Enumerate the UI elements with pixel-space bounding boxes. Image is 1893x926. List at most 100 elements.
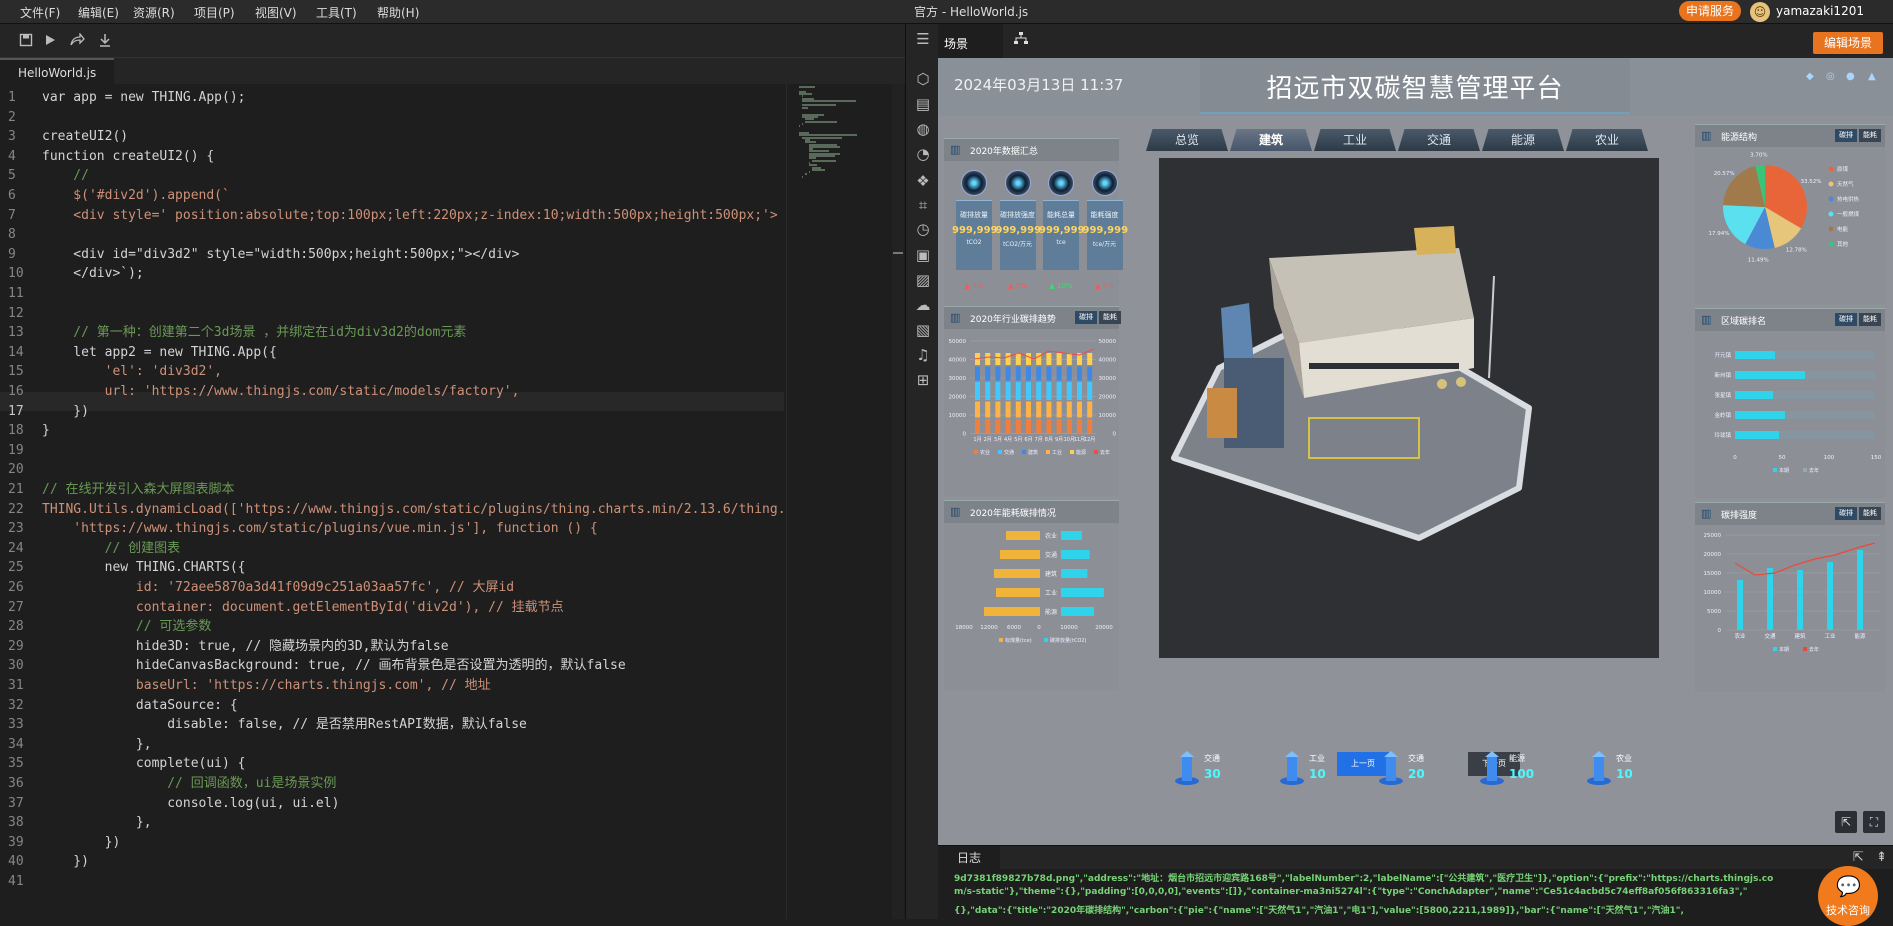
code-line[interactable]: new THING.CHARTS({ bbox=[42, 558, 784, 577]
book-icon[interactable]: ▤ bbox=[913, 95, 933, 113]
code-line[interactable]: url: 'https://www.thingjs.com/static/mod… bbox=[42, 382, 784, 401]
energy-button[interactable]: 能耗 bbox=[1859, 129, 1881, 142]
energy-button[interactable]: 能耗 bbox=[1859, 313, 1881, 326]
username[interactable]: yamazaki1201 bbox=[1776, 4, 1864, 18]
tab-energy[interactable]: 能源 bbox=[1482, 129, 1564, 151]
crop-icon[interactable]: ⌗ bbox=[913, 196, 933, 214]
external-link-icon[interactable]: ⇱ bbox=[1835, 811, 1857, 833]
code-line[interactable]: // 可选参数 bbox=[42, 617, 784, 636]
log-output[interactable]: 9d7381f89827b78d.png","address":"地址：烟台市招… bbox=[938, 869, 1893, 919]
code-line[interactable] bbox=[42, 225, 784, 244]
globe-icon[interactable]: ◍ bbox=[913, 120, 933, 138]
collapse-icon[interactable]: ⇞ bbox=[1876, 850, 1887, 865]
layout-icon[interactable]: ▣ bbox=[913, 246, 933, 264]
user-icon[interactable]: ▲ bbox=[1868, 71, 1876, 82]
code-line[interactable]: baseUrl: 'https://charts.thingjs.com', /… bbox=[42, 676, 784, 695]
code-line[interactable]: }, bbox=[42, 813, 784, 832]
code-line[interactable]: container: document.getElementById('div2… bbox=[42, 598, 784, 617]
tab-agriculture[interactable]: 农业 bbox=[1566, 129, 1648, 151]
energy-button[interactable]: 能耗 bbox=[1099, 311, 1121, 324]
carbon-button[interactable]: 碳排 bbox=[1075, 311, 1097, 324]
code-line[interactable]: id: '72aee5870a3d41f09d9c251a03aa57fc', … bbox=[42, 578, 784, 597]
tab-industry[interactable]: 工业 bbox=[1314, 129, 1396, 151]
code-line[interactable]: // 在线开发引入森大屏图表脚本 bbox=[42, 480, 784, 499]
image-icon[interactable]: ▨ bbox=[913, 271, 933, 289]
cubes-icon[interactable]: ❖ bbox=[913, 172, 933, 190]
minimap[interactable] bbox=[786, 84, 886, 919]
settings-sliders-icon[interactable]: ☰ bbox=[913, 30, 933, 48]
code-line[interactable] bbox=[42, 108, 784, 127]
location-icon[interactable]: ◆ bbox=[1806, 71, 1814, 82]
code-line[interactable]: var app = new THING.App(); bbox=[42, 88, 784, 107]
menu-edit[interactable]: 编辑(E) bbox=[78, 4, 119, 21]
share-icon[interactable] bbox=[67, 32, 87, 51]
tab-building[interactable]: 建筑 bbox=[1230, 129, 1312, 151]
code-line[interactable]: 'el': 'div3d2', bbox=[42, 362, 784, 381]
carbon-button[interactable]: 碳排 bbox=[1835, 313, 1857, 326]
code-line[interactable]: <div style=' position:absolute;top:100px… bbox=[42, 206, 784, 225]
code-line[interactable]: }) bbox=[42, 852, 784, 871]
tab-scene[interactable]: 场景 bbox=[938, 24, 1003, 58]
target-icon[interactable]: ◎ bbox=[1826, 71, 1835, 82]
code-line[interactable] bbox=[42, 304, 784, 323]
carbon-button[interactable]: 碳排 bbox=[1835, 129, 1857, 142]
code-line[interactable]: hide3D: true, // 隐藏场景内的3D,默认为false bbox=[42, 637, 784, 656]
3d-viewport[interactable] bbox=[1159, 158, 1659, 658]
code-line[interactable]: </div>`); bbox=[42, 264, 784, 283]
grid-icon[interactable]: ⊞ bbox=[913, 371, 933, 389]
code-line[interactable]: let app2 = new THING.App({ bbox=[42, 343, 784, 362]
code-line[interactable]: complete(ui) { bbox=[42, 754, 784, 773]
apply-service-button[interactable]: 申请服务 bbox=[1679, 1, 1741, 21]
code-line[interactable]: disable: false, // 是否禁用RestAPI数据，默认false bbox=[42, 715, 784, 734]
picture-icon[interactable]: ▧ bbox=[913, 321, 933, 339]
avatar[interactable]: ☺ bbox=[1750, 2, 1770, 22]
code-line[interactable]: console.log(ui, ui.el) bbox=[42, 794, 784, 813]
download-icon[interactable] bbox=[95, 32, 115, 51]
carbon-button[interactable]: 碳排 bbox=[1835, 507, 1857, 520]
tab-log[interactable]: 日志 bbox=[938, 846, 1000, 870]
save-icon[interactable] bbox=[16, 32, 36, 51]
code-line[interactable]: }) bbox=[42, 402, 784, 421]
code-line[interactable]: hideCanvasBackground: true, // 画布背景色是否设置… bbox=[42, 656, 784, 675]
code-line[interactable]: // 创建图表 bbox=[42, 539, 784, 558]
code-line[interactable]: createUI2() bbox=[42, 127, 784, 146]
code-line[interactable]: 'https://www.thingjs.com/static/plugins/… bbox=[42, 519, 784, 538]
dashboard-view[interactable]: 2024年03月13日 11:37 招远市双碳智慧管理平台 ◆ ◎ ● ▲ 总览… bbox=[938, 58, 1893, 845]
chart-pie-icon[interactable]: ◔ bbox=[913, 145, 933, 163]
popout-icon[interactable]: ⇱ bbox=[1853, 850, 1864, 865]
menu-tools[interactable]: 工具(T) bbox=[316, 4, 357, 21]
cloud-icon[interactable]: ☁ bbox=[913, 296, 933, 314]
code-line[interactable] bbox=[42, 284, 784, 303]
scrollbar-thumb[interactable] bbox=[893, 252, 903, 254]
edit-scene-button[interactable]: 编辑场景 bbox=[1813, 32, 1883, 54]
menu-resource[interactable]: 资源(R) bbox=[133, 4, 175, 21]
clock-icon[interactable]: ◷ bbox=[913, 220, 933, 238]
code-line[interactable]: } bbox=[42, 421, 784, 440]
code-line[interactable]: // bbox=[42, 166, 784, 185]
code-line[interactable]: // 第一种：创建第二个3d场景 ，并绑定在id为div3d2的dom元素 bbox=[42, 323, 784, 342]
code-line[interactable]: $('#div2d').append(` bbox=[42, 186, 784, 205]
energy-button[interactable]: 能耗 bbox=[1859, 507, 1881, 520]
bell-icon[interactable]: ● bbox=[1846, 71, 1855, 82]
menu-help[interactable]: 帮助(H) bbox=[377, 4, 419, 21]
code-line[interactable]: dataSource: { bbox=[42, 696, 784, 715]
editor-scrollbar[interactable] bbox=[892, 84, 904, 919]
code-line[interactable] bbox=[42, 872, 784, 891]
tab-helloworld-js[interactable]: HelloWorld.js bbox=[0, 58, 115, 84]
code-line[interactable]: THING.Utils.dynamicLoad(['https://www.th… bbox=[42, 500, 784, 519]
code-line[interactable]: // 回调函数，ui是场景实例 bbox=[42, 774, 784, 793]
code-line[interactable] bbox=[42, 460, 784, 479]
tech-support-button[interactable]: 💬 技术咨询 bbox=[1818, 866, 1878, 926]
menu-view[interactable]: 视图(V) bbox=[255, 4, 297, 21]
tab-traffic[interactable]: 交通 bbox=[1398, 129, 1480, 151]
code-line[interactable]: }) bbox=[42, 833, 784, 852]
code-line[interactable]: function createUI2() { bbox=[42, 147, 784, 166]
code-editor[interactable]: 1 2 3 4 5 6 7 8 9 10 11 12 13 14 15 16 17 18 19 20 21 22 23 24 2… bbox=[0, 84, 905, 919]
code-line[interactable]: <div id="div3d2" style="width:500px;heig… bbox=[42, 245, 784, 264]
code-line[interactable] bbox=[42, 441, 784, 460]
cube-icon[interactable]: ⬡ bbox=[913, 70, 933, 88]
menu-project[interactable]: 项目(P) bbox=[194, 4, 235, 21]
fullscreen-icon[interactable]: ⛶ bbox=[1863, 811, 1885, 833]
code-line[interactable]: }, bbox=[42, 735, 784, 754]
music-icon[interactable]: ♫ bbox=[913, 346, 933, 364]
